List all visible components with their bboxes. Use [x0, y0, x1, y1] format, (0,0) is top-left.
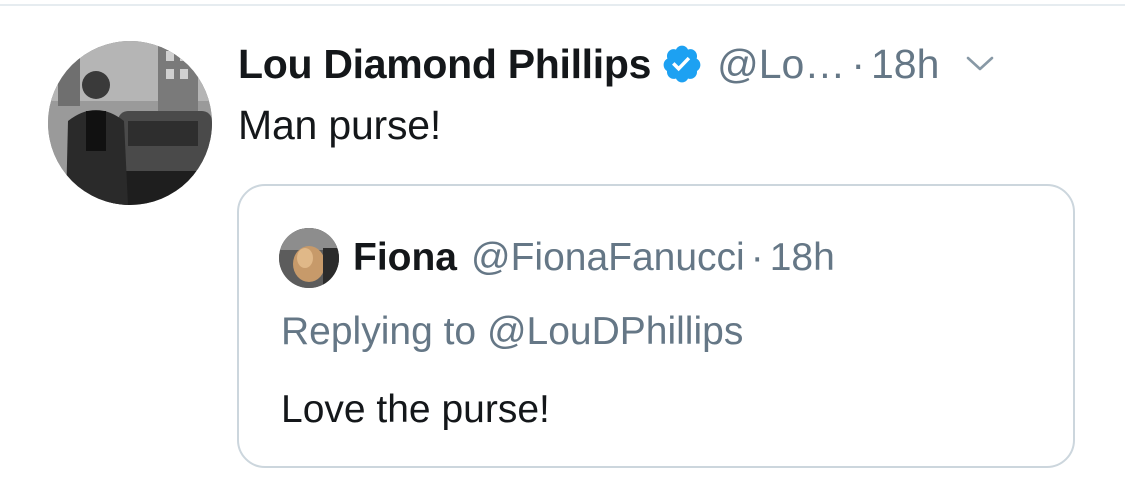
- chevron-down-icon[interactable]: [965, 54, 995, 74]
- quoted-author-handle[interactable]: @FionaFanucci: [471, 236, 745, 280]
- tweet-text: Man purse!: [238, 102, 442, 148]
- quoted-tweet-timestamp: 18h: [769, 236, 835, 279]
- replying-to-line: Replying to @LouDPhillips: [281, 310, 744, 353]
- author-name[interactable]: Lou Diamond Phillips: [238, 41, 651, 88]
- quoted-avatar-photo: [279, 228, 339, 288]
- tweet-header: Lou Diamond Phillips @Lo… · 18h: [238, 34, 1098, 94]
- quoted-header-separator: ·: [750, 236, 764, 279]
- quoted-tweet-card[interactable]: Fiona @FionaFanucci · 18h Replying to @L…: [237, 184, 1075, 468]
- quoted-tweet-text: Love the purse!: [281, 388, 550, 431]
- verified-badge-icon: [661, 43, 703, 85]
- tweet[interactable]: Lou Diamond Phillips @Lo… · 18h Man purs…: [238, 34, 1098, 149]
- author-avatar[interactable]: [48, 41, 212, 205]
- tweet-timestamp[interactable]: 18h: [871, 41, 939, 88]
- avatar-photo: [48, 41, 212, 205]
- top-divider: [0, 4, 1125, 6]
- quoted-author-avatar: [279, 228, 339, 288]
- quoted-tweet-header: Fiona @FionaFanucci · 18h: [279, 228, 835, 288]
- header-separator: ·: [851, 40, 865, 87]
- author-handle[interactable]: @Lo…: [717, 41, 845, 88]
- quoted-author-name[interactable]: Fiona: [353, 236, 457, 280]
